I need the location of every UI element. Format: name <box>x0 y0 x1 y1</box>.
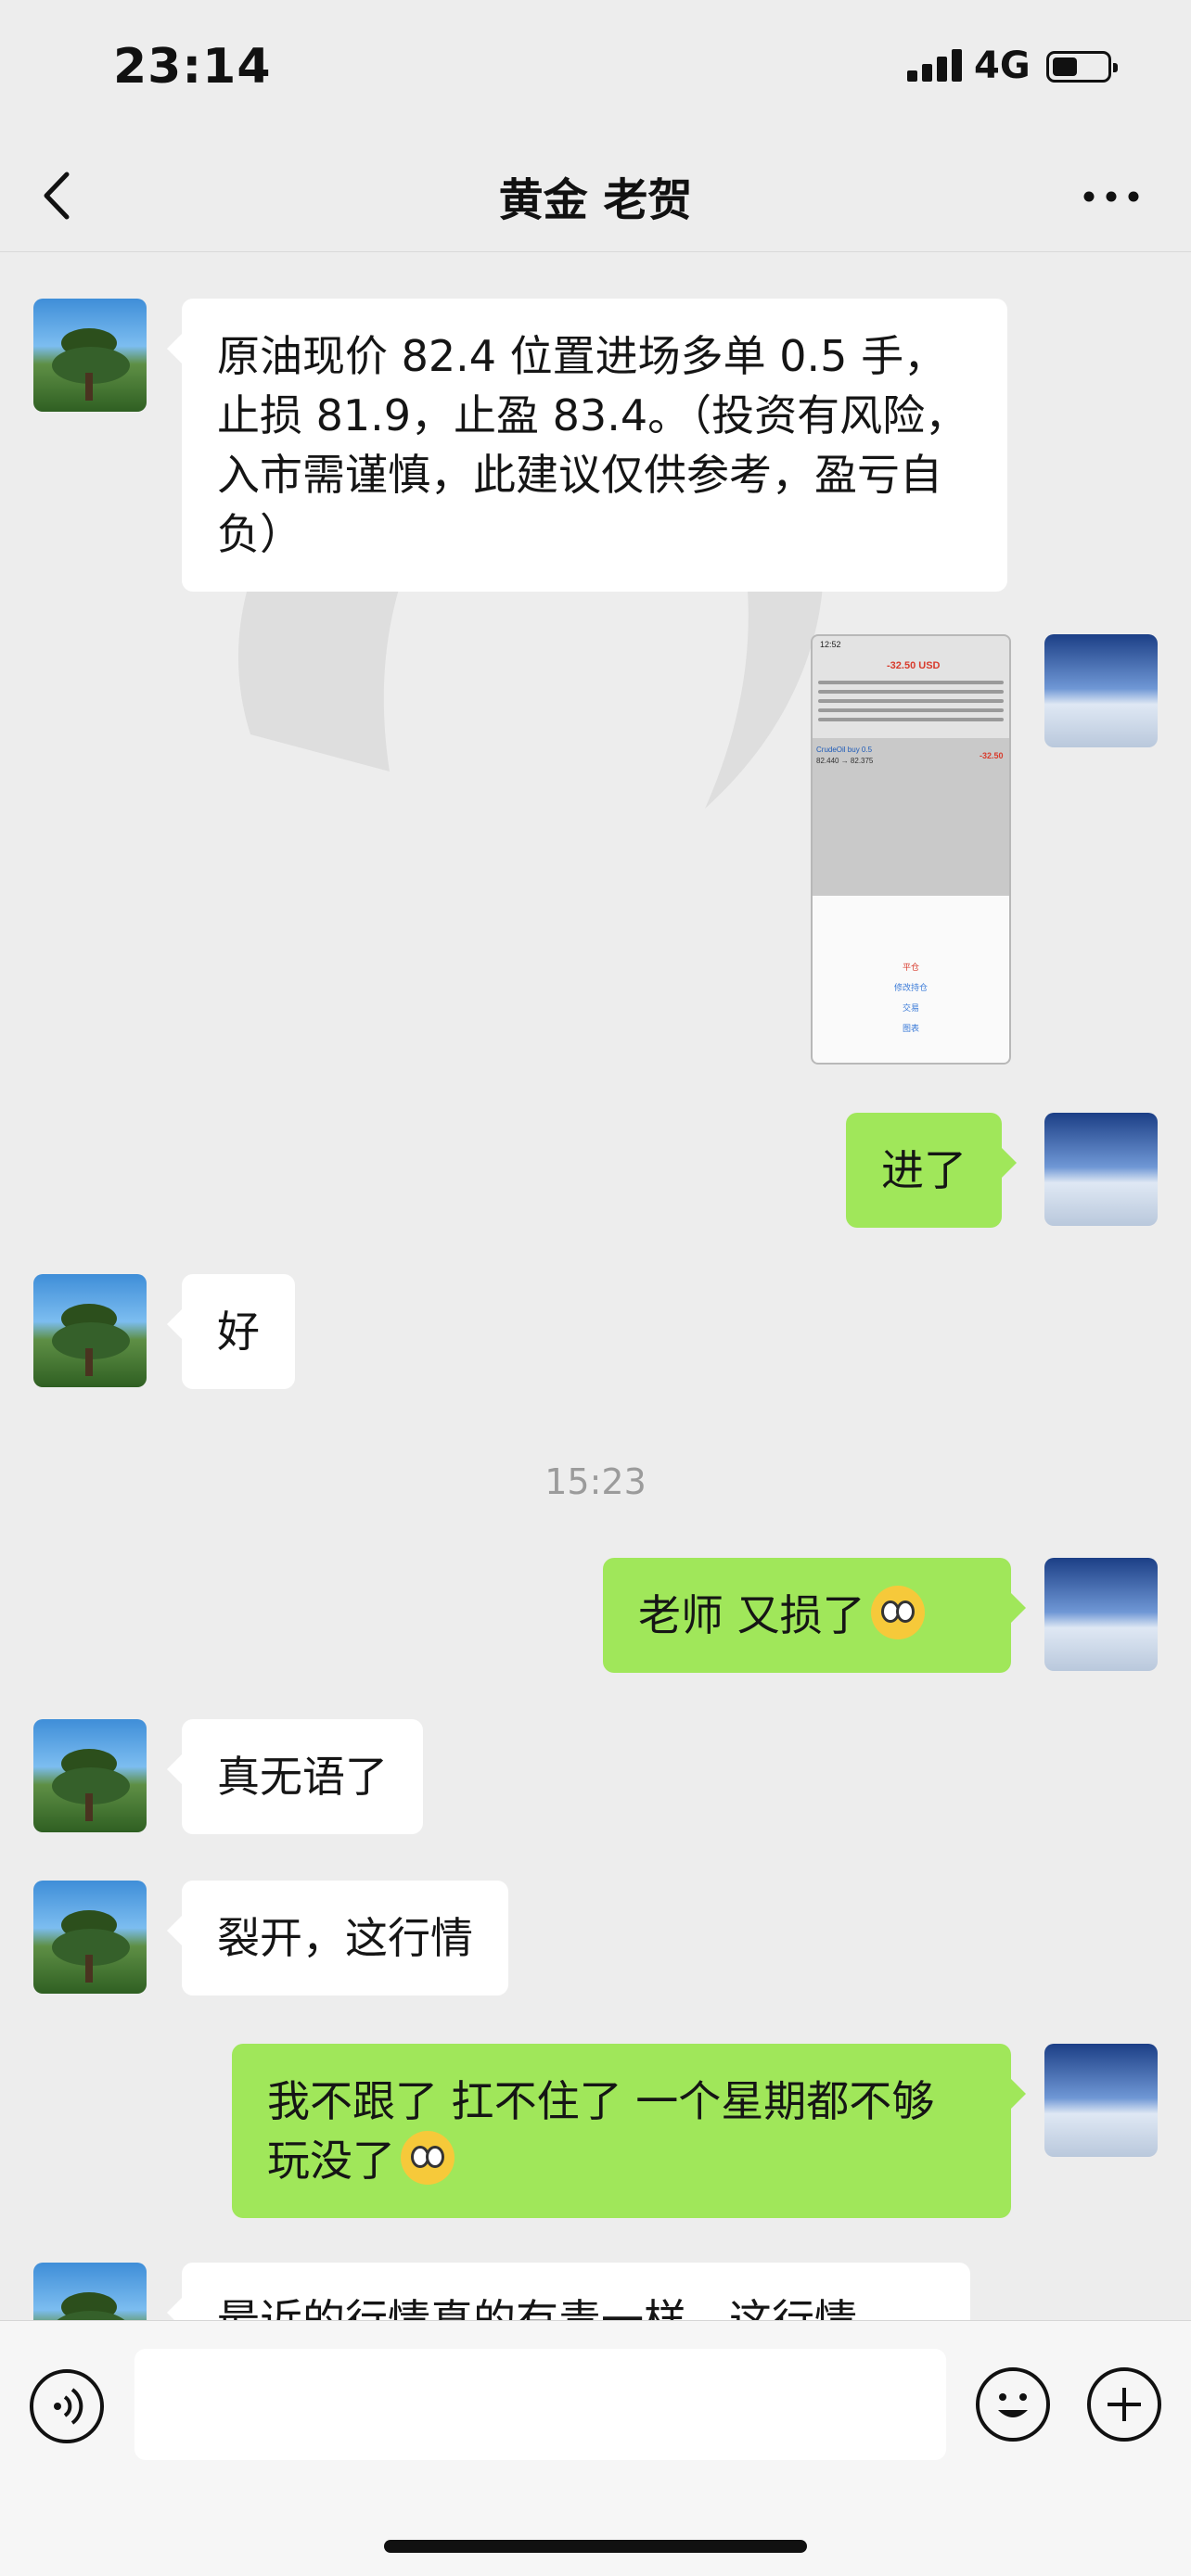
my-avatar[interactable] <box>1044 1558 1158 1671</box>
my-avatar[interactable] <box>1044 1113 1158 1226</box>
message-bubble-outgoing[interactable]: 我不跟了 扛不住了 一个星期都不够玩没了 <box>232 2044 1026 2218</box>
contact-avatar[interactable] <box>33 1881 147 1994</box>
dizzy-face-emoji <box>870 1586 925 1639</box>
contact-avatar[interactable] <box>33 1274 147 1387</box>
status-time: 23:14 <box>113 39 272 95</box>
message-image-screenshot[interactable]: 12:52 -32.50 USD CrudeOil buy 0.5 82.440… <box>811 634 1011 1065</box>
chat-header: 黄金 老贺 <box>0 139 1191 252</box>
chat-message-list[interactable]: 原油现价 82.4 位置进场多单 0.5 手，止损 81.9，止盈 83.4。（… <box>0 252 1191 2320</box>
network-type: 4G <box>974 45 1031 87</box>
my-avatar[interactable] <box>1044 634 1158 747</box>
battery-icon <box>1046 51 1118 83</box>
message-text: 我不跟了 扛不住了 一个星期都不够玩没了 <box>267 2076 935 2186</box>
message-bubble-incoming[interactable]: 原油现价 82.4 位置进场多单 0.5 手，止损 81.9，止盈 83.4。（… <box>167 299 1007 592</box>
emoji-icon[interactable] <box>976 2367 1050 2442</box>
status-bar: 23:14 4G <box>0 0 1191 139</box>
more-dots-icon[interactable] <box>1074 185 1148 208</box>
chat-title: 黄金 老贺 <box>498 174 693 226</box>
contact-avatar[interactable] <box>33 299 147 412</box>
contact-avatar[interactable] <box>33 2263 147 2320</box>
message-text: 老师 又损了 <box>638 1590 865 1640</box>
message-bubble-incoming[interactable]: 裂开，这行情 <box>167 1881 508 1996</box>
signal-icon <box>907 48 963 82</box>
my-avatar[interactable] <box>1044 2044 1158 2157</box>
message-input[interactable] <box>134 2349 946 2460</box>
input-bar <box>0 2320 1191 2576</box>
message-bubble-outgoing[interactable]: 进了 <box>846 1113 1017 1228</box>
time-divider: 15:23 <box>544 1461 647 1502</box>
dizzy-face-emoji <box>401 2131 455 2185</box>
voice-icon[interactable] <box>30 2369 104 2443</box>
home-indicator[interactable] <box>384 2540 807 2553</box>
message-bubble-outgoing[interactable]: 老师 又损了 <box>603 1558 1026 1673</box>
message-bubble-incoming[interactable]: 真无语了 <box>167 1719 423 1834</box>
plus-icon[interactable] <box>1087 2367 1161 2442</box>
message-bubble-incoming[interactable]: 最近的行情真的有毒一样，这行情 <box>167 2263 970 2320</box>
message-bubble-incoming[interactable]: 好 <box>167 1274 295 1389</box>
contact-avatar[interactable] <box>33 1719 147 1832</box>
